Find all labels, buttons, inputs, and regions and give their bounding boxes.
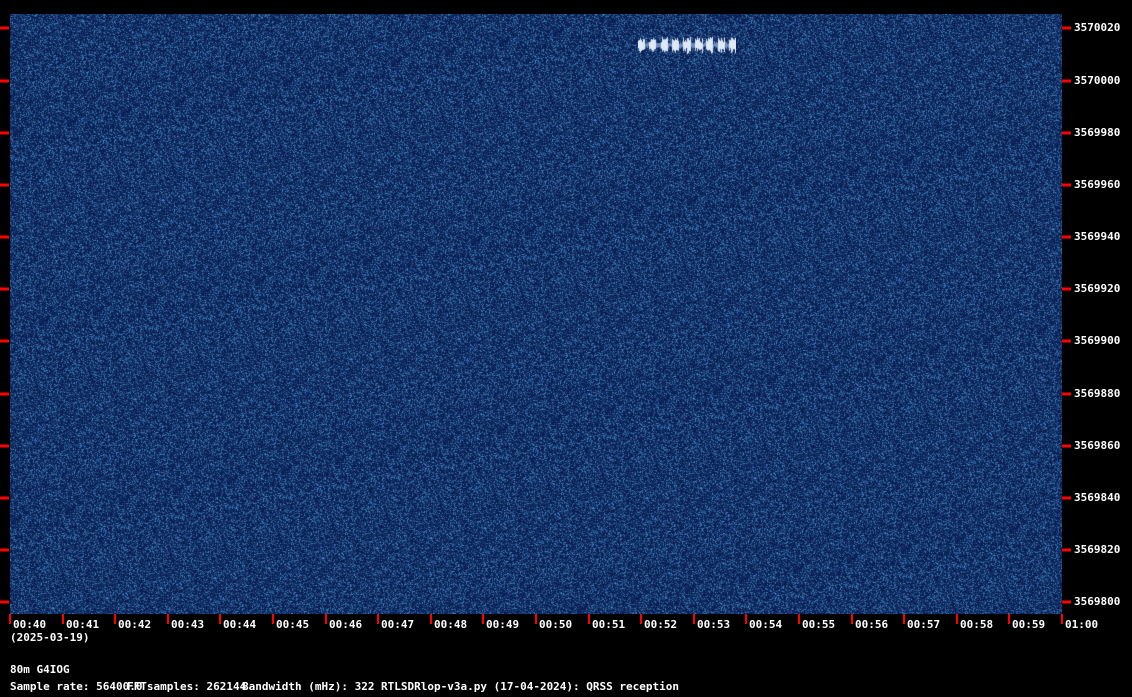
y-tick-label: 3569800	[1074, 595, 1121, 608]
x-tick-label: 00:40	[13, 618, 47, 631]
x-tick-label: 00:47	[381, 618, 415, 631]
y-tick-label: 3569880	[1074, 387, 1121, 400]
spectrogram-plot	[10, 14, 1062, 614]
x-tick-label: 00:43	[171, 618, 205, 631]
bandwidth-label: Bandwidth (mHz): 322	[242, 680, 375, 693]
x-tick-label: 00:41	[66, 618, 100, 631]
y-tick-label: 3569820	[1074, 543, 1121, 556]
x-tick-label: 00:45	[276, 618, 310, 631]
y-tick-label: 3569980	[1074, 126, 1121, 139]
x-tick-label: 00:59	[1012, 618, 1046, 631]
station-label: 80m G4IOG	[10, 663, 70, 676]
x-tick-label: 00:52	[644, 618, 678, 631]
x-tick-label: 00:51	[592, 618, 626, 631]
x-tick-label: 00:44	[223, 618, 257, 631]
x-tick-label: 00:53	[697, 618, 731, 631]
y-tick-label: 3570000	[1074, 74, 1121, 87]
x-tick-label: 00:57	[907, 618, 941, 631]
date-label: (2025-03-19)	[10, 631, 90, 644]
y-tick-label: 3569920	[1074, 282, 1121, 295]
x-tick-label: 00:48	[434, 618, 468, 631]
qrss-signal-trace	[638, 36, 736, 54]
x-tick-label: 00:50	[539, 618, 573, 631]
noise-field	[10, 14, 1062, 614]
x-tick-label: 00:54	[749, 618, 783, 631]
x-tick-label: 00:56	[855, 618, 889, 631]
y-tick-label: 3569900	[1074, 334, 1121, 347]
y-tick-label: 3569940	[1074, 230, 1121, 243]
x-tick-label: 01:00	[1065, 618, 1099, 631]
x-tick-label: 00:49	[486, 618, 520, 631]
y-tick-label: 3569840	[1074, 491, 1121, 504]
x-tick-label: 00:58	[960, 618, 994, 631]
x-tick-label: 00:55	[802, 618, 836, 631]
y-tick-label: 3570020	[1074, 21, 1121, 34]
y-tick-label: 3569960	[1074, 178, 1121, 191]
x-tick-label: 00:46	[329, 618, 363, 631]
sample-rate-label: Sample rate: 56400.0	[10, 680, 143, 693]
program-label: RTLSDRlop-v3a.py (17-04-2024): QRSS rece…	[381, 680, 680, 693]
y-tick-label: 3569860	[1074, 439, 1121, 452]
fft-samples-label: FFTsamples: 262144	[127, 680, 247, 693]
x-tick-label: 00:42	[118, 618, 152, 631]
